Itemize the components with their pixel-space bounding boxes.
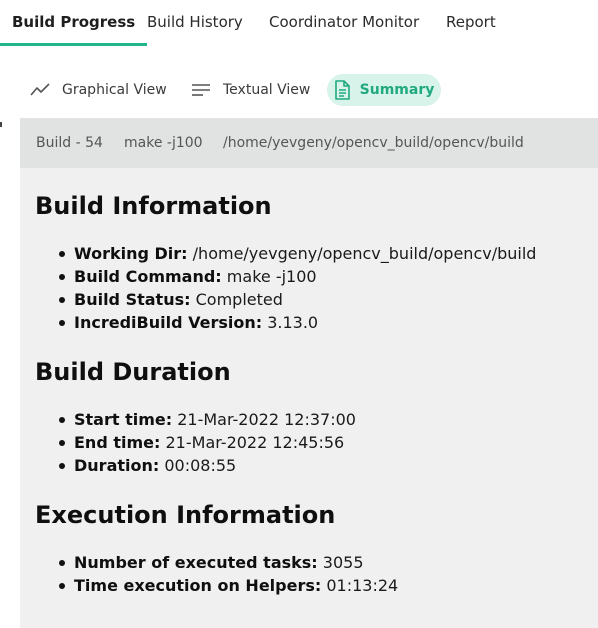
- view-switcher: Graphical View Textual View Summary: [0, 46, 598, 118]
- list-item: Number of executed tasks: 3055: [35, 551, 398, 574]
- list-item: Duration: 00:08:55: [35, 454, 356, 477]
- item-label: End time:: [74, 433, 161, 452]
- execution-information-list: Number of executed tasks: 3055 Time exec…: [35, 551, 398, 597]
- summary-panel: Build - 54 make -j100 /home/yevgeny/open…: [20, 118, 598, 628]
- top-nav: Build Progress Build History Coordinator…: [0, 0, 598, 46]
- build-information-list: Working Dir: /home/yevgeny/opencv_build/…: [35, 242, 536, 334]
- list-item: End time: 21-Mar-2022 12:45:56: [35, 431, 356, 454]
- tab-label: Coordinator Monitor: [269, 13, 420, 31]
- item-label: Duration:: [74, 456, 160, 475]
- tab-label: Report: [446, 13, 496, 31]
- item-value: 3.13.0: [267, 313, 319, 332]
- build-number: Build - 54: [36, 135, 103, 151]
- tab-build-history[interactable]: Build History: [147, 0, 243, 46]
- build-command: make -j100: [124, 135, 203, 151]
- graphical-view-button[interactable]: Graphical View: [30, 74, 167, 106]
- tab-build-progress[interactable]: Build Progress: [0, 0, 148, 46]
- item-label: Time execution on Helpers:: [74, 576, 322, 595]
- view-label: Textual View: [223, 82, 311, 98]
- tab-label: Build Progress: [12, 13, 136, 31]
- line-chart-icon: [30, 83, 50, 96]
- section-title: Execution Information: [35, 501, 336, 529]
- summary-view-button[interactable]: Summary: [327, 74, 441, 106]
- item-label: Build Status:: [74, 290, 191, 309]
- item-label: Working Dir:: [74, 244, 188, 263]
- list-item: IncrediBuild Version: 3.13.0: [35, 311, 536, 334]
- view-label: Summary: [359, 82, 435, 98]
- view-label: Graphical View: [62, 82, 167, 98]
- panel-edge-marker: [0, 122, 2, 127]
- list-item: Start time: 21-Mar-2022 12:37:00: [35, 408, 356, 431]
- document-icon: [334, 80, 350, 100]
- text-lines-icon: [192, 84, 210, 96]
- section-title: Build Information: [35, 192, 272, 220]
- build-header: Build - 54 make -j100 /home/yevgeny/open…: [20, 118, 598, 168]
- list-item: Time execution on Helpers: 01:13:24: [35, 574, 398, 597]
- item-value: 00:08:55: [164, 456, 237, 475]
- item-label: Start time:: [74, 410, 173, 429]
- item-value: 21-Mar-2022 12:45:56: [165, 433, 345, 452]
- list-item: Working Dir: /home/yevgeny/opencv_build/…: [35, 242, 536, 265]
- item-label: Number of executed tasks:: [74, 553, 318, 572]
- list-item: Build Status: Completed: [35, 288, 536, 311]
- tab-label: Build History: [147, 13, 243, 31]
- textual-view-button[interactable]: Textual View: [191, 74, 310, 106]
- item-label: Build Command:: [74, 267, 222, 286]
- tab-report[interactable]: Report: [446, 0, 496, 46]
- item-value: 3055: [322, 553, 364, 572]
- item-label: IncrediBuild Version:: [74, 313, 263, 332]
- item-value: /home/yevgeny/opencv_build/opencv/build: [192, 244, 537, 263]
- section-title: Build Duration: [35, 358, 231, 386]
- item-value: Completed: [195, 290, 283, 309]
- tab-coordinator-monitor[interactable]: Coordinator Monitor: [269, 0, 419, 46]
- item-value: 21-Mar-2022 12:37:00: [177, 410, 356, 429]
- item-value: make -j100: [226, 267, 317, 286]
- list-item: Build Command: make -j100: [35, 265, 536, 288]
- build-duration-list: Start time: 21-Mar-2022 12:37:00 End tim…: [35, 408, 356, 477]
- build-directory: /home/yevgeny/opencv_build/opencv/build: [223, 135, 524, 151]
- item-value: 01:13:24: [326, 576, 399, 595]
